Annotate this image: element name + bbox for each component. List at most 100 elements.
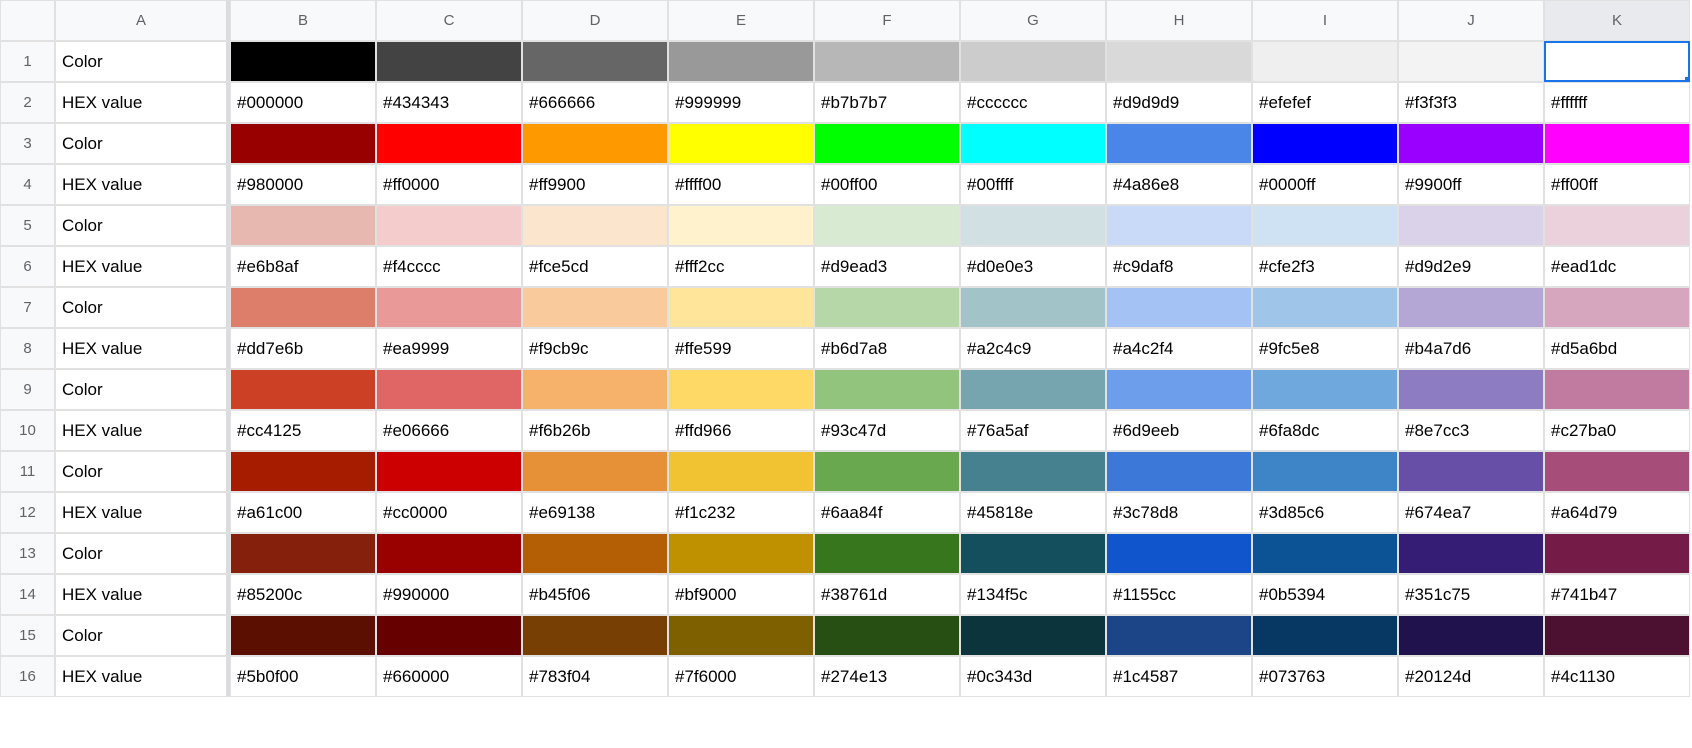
hex-value[interactable]: #1c4587 [1106,656,1252,697]
hex-value[interactable]: #b45f06 [522,574,668,615]
color-swatch[interactable] [668,41,814,82]
color-swatch[interactable] [1544,205,1690,246]
hex-value[interactable]: #660000 [376,656,522,697]
hex-value[interactable]: #ffffff [1544,82,1690,123]
column-header-G[interactable]: G [960,0,1106,41]
hex-value[interactable]: #9fc5e8 [1252,328,1398,369]
hex-value[interactable]: #cc4125 [230,410,376,451]
hex-value[interactable]: #a4c2f4 [1106,328,1252,369]
color-swatch[interactable] [376,41,522,82]
hex-value[interactable]: #20124d [1398,656,1544,697]
hex-value[interactable]: #a61c00 [230,492,376,533]
row-header-6[interactable]: 6 [0,246,55,287]
row-header-12[interactable]: 12 [0,492,55,533]
hex-value[interactable]: #85200c [230,574,376,615]
color-swatch[interactable] [960,533,1106,574]
hex-value[interactable]: #c27ba0 [1544,410,1690,451]
hex-value[interactable]: #efefef [1252,82,1398,123]
hex-value[interactable]: #ffd966 [668,410,814,451]
color-swatch[interactable] [668,533,814,574]
hex-value[interactable]: #674ea7 [1398,492,1544,533]
hex-value[interactable]: #f3f3f3 [1398,82,1544,123]
hex-value[interactable]: #d9d9d9 [1106,82,1252,123]
color-swatch[interactable] [814,533,960,574]
color-swatch[interactable] [1398,41,1544,82]
hex-value[interactable]: #ea9999 [376,328,522,369]
color-swatch[interactable] [1106,369,1252,410]
hex-value[interactable]: #783f04 [522,656,668,697]
hex-value[interactable]: #a2c4c9 [960,328,1106,369]
color-swatch[interactable] [1544,123,1690,164]
hex-value[interactable]: #434343 [376,82,522,123]
color-swatch[interactable] [1544,369,1690,410]
color-swatch[interactable] [1252,123,1398,164]
color-swatch[interactable] [960,451,1106,492]
hex-value[interactable]: #3d85c6 [1252,492,1398,533]
row-header-15[interactable]: 15 [0,615,55,656]
hex-value[interactable]: #ead1dc [1544,246,1690,287]
color-swatch[interactable] [522,205,668,246]
hex-value[interactable]: #f9cb9c [522,328,668,369]
row-header-13[interactable]: 13 [0,533,55,574]
color-swatch[interactable] [960,615,1106,656]
color-swatch[interactable] [522,287,668,328]
color-swatch[interactable] [814,287,960,328]
row-header-7[interactable]: 7 [0,287,55,328]
color-swatch[interactable] [376,533,522,574]
color-swatch[interactable] [522,451,668,492]
color-swatch[interactable] [1252,451,1398,492]
hex-value[interactable]: #e06666 [376,410,522,451]
hex-value[interactable]: #00ffff [960,164,1106,205]
hex-value[interactable]: #d9ead3 [814,246,960,287]
hex-value[interactable]: #990000 [376,574,522,615]
hex-value[interactable]: #b4a7d6 [1398,328,1544,369]
hex-value[interactable]: #6aa84f [814,492,960,533]
hex-value[interactable]: #e6b8af [230,246,376,287]
row-header-2[interactable]: 2 [0,82,55,123]
hex-value[interactable]: #666666 [522,82,668,123]
row-header-10[interactable]: 10 [0,410,55,451]
hex-value[interactable]: #f6b26b [522,410,668,451]
hex-value[interactable]: #cccccc [960,82,1106,123]
color-swatch[interactable] [668,287,814,328]
hex-value[interactable]: #3c78d8 [1106,492,1252,533]
hex-value[interactable]: #274e13 [814,656,960,697]
color-swatch[interactable] [1544,451,1690,492]
color-swatch[interactable] [522,123,668,164]
hex-value[interactable]: #ff9900 [522,164,668,205]
hex-value[interactable]: #b7b7b7 [814,82,960,123]
color-swatch[interactable] [376,287,522,328]
row-header-16[interactable]: 16 [0,656,55,697]
color-swatch[interactable] [960,41,1106,82]
color-swatch[interactable] [1106,533,1252,574]
color-swatch[interactable] [1106,123,1252,164]
hex-value[interactable]: #d0e0e3 [960,246,1106,287]
color-swatch[interactable] [1252,533,1398,574]
column-header-H[interactable]: H [1106,0,1252,41]
hex-value[interactable]: #fff2cc [668,246,814,287]
color-swatch[interactable] [230,287,376,328]
color-swatch[interactable] [1398,123,1544,164]
color-swatch[interactable] [1252,615,1398,656]
hex-value[interactable]: #4c1130 [1544,656,1690,697]
color-swatch[interactable] [522,41,668,82]
color-swatch[interactable] [814,205,960,246]
hex-value[interactable]: #93c47d [814,410,960,451]
column-header-C[interactable]: C [376,0,522,41]
color-swatch[interactable] [1398,615,1544,656]
hex-value[interactable]: #134f5c [960,574,1106,615]
hex-value[interactable]: #38761d [814,574,960,615]
hex-value[interactable]: #5b0f00 [230,656,376,697]
color-swatch[interactable] [1398,205,1544,246]
color-swatch[interactable] [1398,369,1544,410]
hex-value[interactable]: #f4cccc [376,246,522,287]
color-swatch[interactable] [230,123,376,164]
hex-value[interactable]: #7f6000 [668,656,814,697]
hex-value[interactable]: #0c343d [960,656,1106,697]
hex-value[interactable]: #ff0000 [376,164,522,205]
hex-value[interactable]: #741b47 [1544,574,1690,615]
row-header-5[interactable]: 5 [0,205,55,246]
hex-value[interactable]: #6fa8dc [1252,410,1398,451]
hex-value[interactable]: #cc0000 [376,492,522,533]
color-swatch[interactable] [960,369,1106,410]
